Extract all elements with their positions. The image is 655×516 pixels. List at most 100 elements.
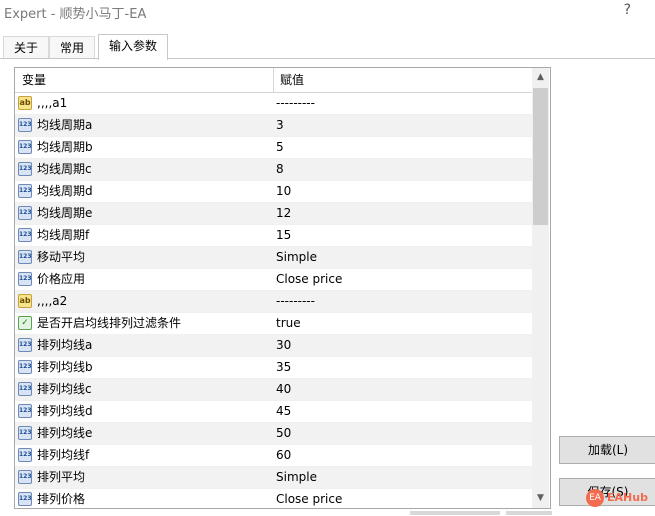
parameter-row[interactable]: 123 排列均线c 40 bbox=[15, 379, 532, 401]
parameter-value[interactable]: 40 bbox=[276, 379, 526, 400]
parameter-name-cell: 123 排列平均 bbox=[15, 467, 273, 488]
parameter-name: ,,,,a2 bbox=[37, 294, 68, 308]
parameter-name-cell: 123 排列均线f bbox=[15, 445, 273, 466]
parameter-value[interactable]: 3 bbox=[276, 115, 526, 136]
parameter-name-cell: 123 排列价格 bbox=[15, 489, 273, 508]
parameter-name: 排列均线c bbox=[37, 382, 92, 396]
parameter-row[interactable]: ab ,,,,a2 --------- bbox=[15, 291, 532, 313]
parameter-name: 排列均线d bbox=[37, 404, 93, 418]
parameter-value[interactable]: Close price bbox=[276, 269, 526, 290]
watermark-logo: EA EAHub bbox=[580, 484, 655, 512]
parameter-name: 排列均线e bbox=[37, 426, 93, 440]
parameter-name: 排列平均 bbox=[37, 470, 86, 484]
parameter-name: 均线周期d bbox=[37, 184, 93, 198]
number-type-icon: 123 bbox=[18, 492, 32, 506]
bool-type-icon: ✓ bbox=[18, 316, 32, 330]
number-type-icon: 123 bbox=[18, 360, 32, 374]
parameter-name-cell: 123 均线周期e bbox=[15, 203, 273, 224]
parameter-value[interactable]: 50 bbox=[276, 423, 526, 444]
tab-about[interactable]: 关于 bbox=[3, 36, 50, 59]
scroll-thumb[interactable] bbox=[533, 88, 548, 225]
parameter-name-cell: 123 排列均线a bbox=[15, 335, 273, 356]
parameter-value[interactable]: 15 bbox=[276, 225, 526, 246]
column-header-variable[interactable]: 变量 bbox=[15, 68, 274, 92]
number-type-icon: 123 bbox=[18, 206, 32, 220]
parameter-value[interactable]: 30 bbox=[276, 335, 526, 356]
parameter-name-cell: ab ,,,,a1 bbox=[15, 93, 273, 114]
parameter-value[interactable]: 35 bbox=[276, 357, 526, 378]
parameter-value[interactable]: 5 bbox=[276, 137, 526, 158]
parameter-row[interactable]: 123 排列均线e 50 bbox=[15, 423, 532, 445]
parameter-row[interactable]: 123 排列平均 Simple bbox=[15, 467, 532, 489]
parameter-name: 排列均线a bbox=[37, 338, 93, 352]
parameter-value[interactable]: --------- bbox=[276, 93, 526, 114]
parameter-name-cell: 123 均线周期f bbox=[15, 225, 273, 246]
parameter-row[interactable]: 123 排列均线f 60 bbox=[15, 445, 532, 467]
parameter-name: 移动平均 bbox=[37, 250, 86, 264]
parameter-value[interactable]: 8 bbox=[276, 159, 526, 180]
parameter-name: 均线周期f bbox=[37, 228, 90, 242]
parameter-name-cell: 123 排列均线e bbox=[15, 423, 273, 444]
scroll-up-arrow-icon[interactable]: ▲ bbox=[532, 69, 549, 86]
parameter-row[interactable]: 123 均线周期b 5 bbox=[15, 137, 532, 159]
parameter-name-cell: 123 移动平均 bbox=[15, 247, 273, 268]
parameter-name-cell: ab ,,,,a2 bbox=[15, 291, 273, 312]
parameter-name: 价格应用 bbox=[37, 272, 86, 286]
parameter-row[interactable]: ✓ 是否开启均线排列过滤条件 true bbox=[15, 313, 532, 335]
parameter-value[interactable]: Simple bbox=[276, 247, 526, 268]
window-title: Expert - 顺势小马丁-EA bbox=[4, 7, 147, 22]
parameter-value[interactable]: Close price bbox=[276, 489, 526, 508]
parameter-row[interactable]: 123 均线周期d 10 bbox=[15, 181, 532, 203]
parameter-name: 均线周期c bbox=[37, 162, 92, 176]
parameter-name: 排列均线b bbox=[37, 360, 93, 374]
parameter-name-cell: 123 排列均线b bbox=[15, 357, 273, 378]
parameter-name: 是否开启均线排列过滤条件 bbox=[37, 316, 182, 330]
parameter-value[interactable]: true bbox=[276, 313, 526, 334]
parameter-value[interactable]: 45 bbox=[276, 401, 526, 422]
parameter-name-cell: ✓ 是否开启均线排列过滤条件 bbox=[15, 313, 273, 334]
number-type-icon: 123 bbox=[18, 118, 32, 132]
grid-header: 变量 赋值 bbox=[15, 68, 532, 93]
scroll-down-arrow-icon[interactable]: ▼ bbox=[532, 490, 549, 507]
parameter-row[interactable]: 123 均线周期c 8 bbox=[15, 159, 532, 181]
number-type-icon: 123 bbox=[18, 404, 32, 418]
parameter-name-cell: 123 均线周期d bbox=[15, 181, 273, 202]
parameter-row[interactable]: 123 排列价格 Close price bbox=[15, 489, 532, 508]
load-button[interactable]: 加载(L) bbox=[559, 436, 655, 464]
string-type-icon: ab bbox=[18, 96, 32, 110]
tab-common[interactable]: 常用 bbox=[49, 36, 96, 59]
help-icon[interactable]: ? bbox=[624, 2, 631, 18]
parameter-name: 均线周期e bbox=[37, 206, 93, 220]
parameter-row[interactable]: 123 价格应用 Close price bbox=[15, 269, 532, 291]
parameter-row[interactable]: 123 排列均线b 35 bbox=[15, 357, 532, 379]
vertical-scrollbar[interactable]: ▲ ▼ bbox=[532, 68, 549, 508]
parameter-row[interactable]: ab ,,,,a1 --------- bbox=[15, 93, 532, 115]
parameter-value[interactable]: --------- bbox=[276, 291, 526, 312]
parameter-row[interactable]: 123 均线周期e 12 bbox=[15, 203, 532, 225]
number-type-icon: 123 bbox=[18, 140, 32, 154]
parameter-name-cell: 123 排列均线d bbox=[15, 401, 273, 422]
parameter-row[interactable]: 123 排列均线d 45 bbox=[15, 401, 532, 423]
number-type-icon: 123 bbox=[18, 250, 32, 264]
parameter-row[interactable]: 123 均线周期a 3 bbox=[15, 115, 532, 137]
parameter-value[interactable]: Simple bbox=[276, 467, 526, 488]
tab-inputs[interactable]: 输入参数 bbox=[98, 34, 169, 60]
parameter-value[interactable]: 12 bbox=[276, 203, 526, 224]
parameter-name: ,,,,a1 bbox=[37, 96, 68, 110]
parameter-row[interactable]: 123 移动平均 Simple bbox=[15, 247, 532, 269]
inputs-grid: 变量 赋值 ab ,,,,a1 --------- 123 均线周期a 3 123 均线周期b… bbox=[14, 67, 551, 509]
number-type-icon: 123 bbox=[18, 272, 32, 286]
number-type-icon: 123 bbox=[18, 470, 32, 484]
parameter-row[interactable]: 123 均线周期f 15 bbox=[15, 225, 532, 247]
parameter-name-cell: 123 均线周期a bbox=[15, 115, 273, 136]
bottom-edge-right bbox=[506, 511, 552, 515]
bottom-edge-left bbox=[410, 511, 500, 515]
parameter-name-cell: 123 均线周期c bbox=[15, 159, 273, 180]
watermark-icon: EA bbox=[586, 489, 604, 507]
column-header-value[interactable]: 赋值 bbox=[273, 68, 530, 92]
number-type-icon: 123 bbox=[18, 448, 32, 462]
parameter-value[interactable]: 60 bbox=[276, 445, 526, 466]
parameter-name-cell: 123 排列均线c bbox=[15, 379, 273, 400]
parameter-row[interactable]: 123 排列均线a 30 bbox=[15, 335, 532, 357]
parameter-value[interactable]: 10 bbox=[276, 181, 526, 202]
